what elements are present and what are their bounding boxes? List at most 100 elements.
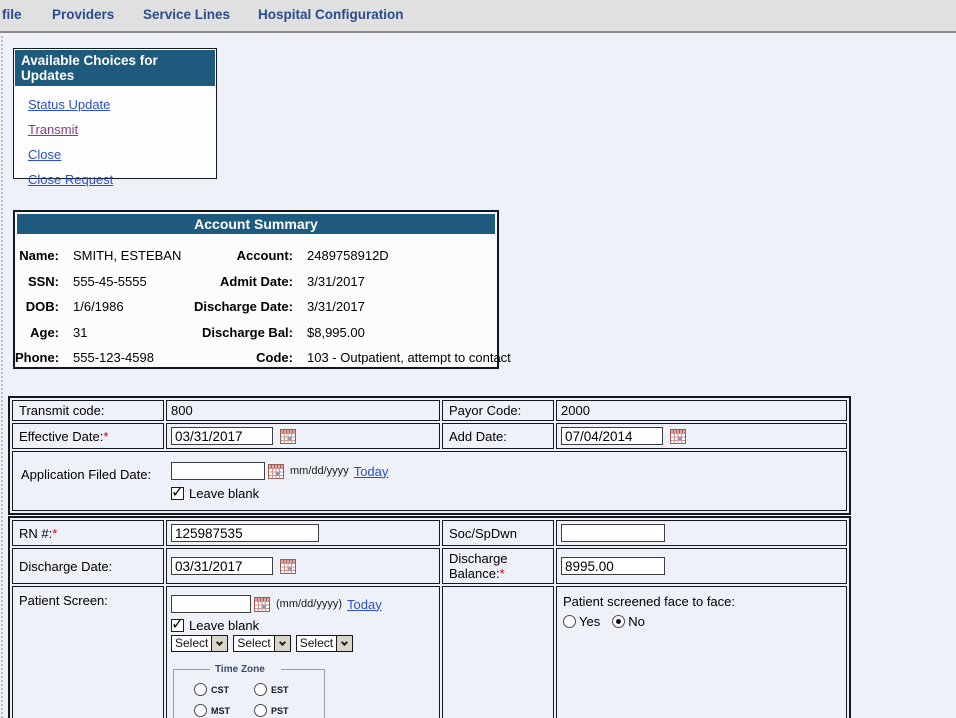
today-link[interactable]: Today <box>347 597 382 612</box>
choices-link-list: Status Update Transmit Close Close Reque… <box>14 87 216 187</box>
patient-screen-select-2[interactable]: Select <box>233 635 290 652</box>
account-row: DOB: 1/6/1986 Discharge Date: 3/31/2017 <box>15 294 497 320</box>
patient-screen-date-input[interactable] <box>171 595 251 613</box>
available-choices-panel: Available Choices for Updates Status Upd… <box>13 48 217 179</box>
account-summary-panel: Account Summary Name: SMITH, ESTEBAN Acc… <box>13 210 499 369</box>
code-value: 103 - Outpatient, attempt to contact <box>293 350 511 365</box>
rn-label: RN #: <box>19 526 52 541</box>
account-value: 2489758912D <box>293 248 497 263</box>
account-summary-title: Account Summary <box>17 214 495 234</box>
select-value: Select <box>297 636 336 651</box>
discharge-date-input[interactable] <box>171 557 273 575</box>
timezone-mst-radio[interactable] <box>194 704 207 717</box>
account-row: Phone: 555-123-4598 Code: 103 - Outpatie… <box>15 345 497 371</box>
dob-value: 1/6/1986 <box>59 299 183 314</box>
payor-code-value: 2000 <box>561 403 590 418</box>
calendar-icon[interactable] <box>670 429 686 444</box>
dob-label: DOB: <box>15 299 59 314</box>
discharge-bal-label: Discharge Bal: <box>183 325 293 340</box>
nav-item-providers[interactable]: Providers <box>52 7 114 22</box>
select-value: Select <box>172 636 211 651</box>
discharge-date-label: Discharge Date: <box>183 299 293 314</box>
account-row: Name: SMITH, ESTEBAN Account: 2489758912… <box>15 243 497 269</box>
discharge-date-value: 3/31/2017 <box>293 299 497 314</box>
today-link[interactable]: Today <box>354 464 389 479</box>
empty-cell <box>442 586 554 718</box>
calendar-icon[interactable] <box>280 559 296 574</box>
code-label: Code: <box>183 350 293 365</box>
leave-blank-checkbox[interactable] <box>171 619 184 632</box>
timezone-est-radio[interactable] <box>254 683 267 696</box>
transmit-code-value: 800 <box>171 403 193 418</box>
calendar-icon[interactable] <box>268 464 284 479</box>
timezone-est-label: EST <box>271 685 289 695</box>
leave-blank-label: Leave blank <box>189 486 259 501</box>
effective-date-input[interactable] <box>171 427 273 445</box>
time-zone-fieldset: Time Zone CST EST MST <box>173 664 325 718</box>
transmit-code-label: Transmit code: <box>19 403 105 418</box>
required-marker: * <box>500 566 505 581</box>
timezone-cst-radio[interactable] <box>194 683 207 696</box>
select-value: Select <box>234 636 273 651</box>
required-marker: * <box>103 429 108 444</box>
leave-blank-label: Leave blank <box>189 618 259 633</box>
available-choices-title: Available Choices for Updates <box>15 50 215 86</box>
account-summary-rows: Name: SMITH, ESTEBAN Account: 2489758912… <box>15 236 497 371</box>
phone-label: Phone: <box>15 350 59 365</box>
date-format-hint: mm/dd/yyyy <box>290 465 349 477</box>
dropdown-arrow-icon <box>274 636 290 651</box>
close-link[interactable]: Close <box>28 147 61 162</box>
soc-spdwn-label: Soc/SpDwn <box>449 526 517 541</box>
discharge-bal-value: $8,995.00 <box>293 325 497 340</box>
timezone-pst-radio[interactable] <box>254 704 267 717</box>
patient-screen-select-3[interactable]: Select <box>296 635 353 652</box>
page: file Providers Service Lines Hospital Co… <box>0 0 956 718</box>
name-label: Name: <box>15 248 59 263</box>
date-format-hint: (mm/dd/yyyy) <box>276 598 342 610</box>
patient-screen-label: Patient Screen: <box>19 593 108 608</box>
age-label: Age: <box>15 325 59 340</box>
timezone-pst-label: PST <box>271 706 289 716</box>
top-navbar: file Providers Service Lines Hospital Co… <box>0 0 956 33</box>
screened-yes-label: Yes <box>579 614 600 629</box>
leave-blank-checkbox[interactable] <box>171 487 184 500</box>
timezone-cst-label: CST <box>211 685 229 695</box>
ssn-value: 555-45-5555 <box>59 274 183 289</box>
add-date-input[interactable] <box>561 427 663 445</box>
nav-item-hospital-configuration[interactable]: Hospital Configuration <box>258 7 404 22</box>
face-to-face-label: Patient screened face to face: <box>561 593 842 614</box>
screened-yes-radio[interactable] <box>563 615 576 628</box>
transmit-link[interactable]: Transmit <box>28 122 78 137</box>
transmit-details-table: Transmit code: 800 Payor Code: 2000 Effe… <box>8 396 851 515</box>
time-zone-legend: Time Zone <box>210 664 281 675</box>
phone-value: 555-123-4598 <box>59 350 183 365</box>
add-date-label: Add Date: <box>449 429 507 444</box>
account-row: Age: 31 Discharge Bal: $8,995.00 <box>15 320 497 346</box>
rn-input[interactable] <box>171 524 319 542</box>
application-filed-date-input[interactable] <box>171 462 265 480</box>
account-row: SSN: 555-45-5555 Admit Date: 3/31/2017 <box>15 269 497 295</box>
required-marker: * <box>52 526 57 541</box>
admit-date-value: 3/31/2017 <box>293 274 497 289</box>
nav-item-file[interactable]: file <box>2 7 22 22</box>
status-update-link[interactable]: Status Update <box>28 97 110 112</box>
age-value: 31 <box>59 325 183 340</box>
admit-date-label: Admit Date: <box>183 274 293 289</box>
patient-screen-table: RN #:* Soc/SpDwn Discharge Date: Dischar… <box>8 516 851 718</box>
calendar-icon[interactable] <box>280 429 296 444</box>
discharge-balance-input[interactable] <box>561 557 665 575</box>
effective-date-label: Effective Date: <box>19 429 103 444</box>
name-value: SMITH, ESTEBAN <box>59 248 183 263</box>
payor-code-label: Payor Code: <box>449 403 521 418</box>
ssn-label: SSN: <box>15 274 59 289</box>
application-filed-date-label: Application Filed Date: <box>21 462 171 482</box>
screened-no-radio[interactable] <box>612 615 625 628</box>
dropdown-arrow-icon <box>211 636 227 651</box>
close-request-link[interactable]: Close Request <box>28 172 113 187</box>
nav-item-service-lines[interactable]: Service Lines <box>143 7 230 22</box>
soc-spdwn-input[interactable] <box>561 524 665 542</box>
discharge-date-field-label: Discharge Date: <box>19 559 112 574</box>
patient-screen-select-1[interactable]: Select <box>171 635 228 652</box>
patient-screen-selects: Select Select Select <box>171 635 435 652</box>
calendar-icon[interactable] <box>254 597 270 612</box>
